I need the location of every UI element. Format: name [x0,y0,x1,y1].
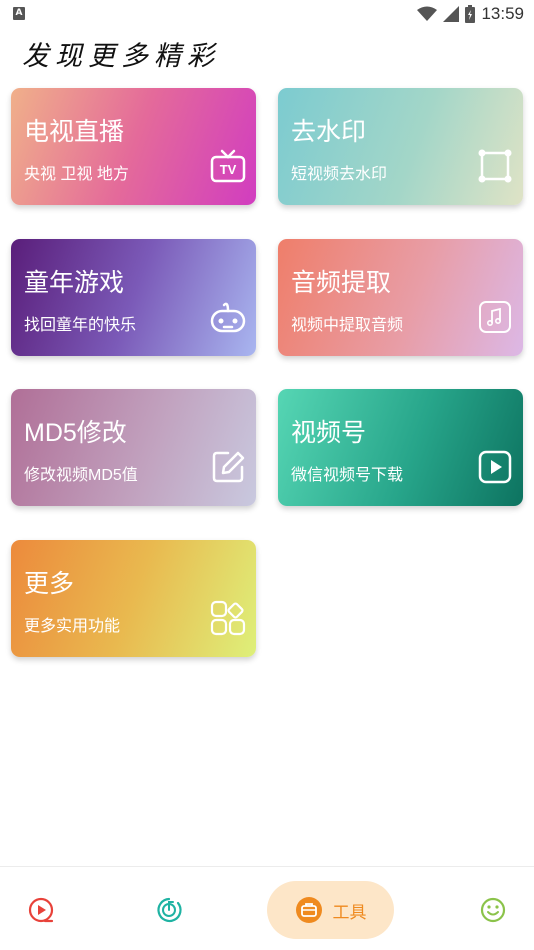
toolbox-icon [295,897,322,923]
card-title: 音频提取 [291,269,392,297]
notification-icon: A [13,7,25,20]
video-play-icon [28,897,54,923]
card-remove-watermark[interactable]: 去水印 短视频去水印 [278,88,523,205]
card-video-channel[interactable]: 视频号 微信视频号下载 [278,389,523,506]
tv-icon-text: TV [220,162,237,177]
card-more[interactable]: 更多 更多实用功能 [11,540,256,657]
nav-video[interactable] [12,881,70,939]
nav-music[interactable] [140,881,198,939]
card-title: 去水印 [291,118,367,146]
card-title: 童年游戏 [24,269,125,297]
nav-tools-label: 工具 [332,902,367,922]
card-subtitle: 微信视频号下载 [291,467,404,484]
status-time: 13:59 [481,4,524,23]
card-md5-modify[interactable]: MD5修改 修改视频MD5值 [11,389,256,506]
nav-tools[interactable]: 工具 [267,881,394,939]
card-tv-live[interactable]: 电视直播 央视 卫视 地方 TV [11,88,256,205]
music-note-icon [479,301,511,333]
card-title: MD5修改 [24,419,127,447]
gamepad-icon [210,302,246,333]
bottom-nav: 工具 [0,866,534,950]
play-icon [478,450,512,484]
card-subtitle: 修改视频MD5值 [24,467,138,484]
wifi-icon [417,6,438,21]
nav-profile[interactable] [464,881,522,939]
status-bar: A 13:59 [0,0,534,28]
signal-icon [443,6,460,22]
card-title: 电视直播 [24,118,125,146]
tv-icon: TV [210,149,246,183]
page-title: 发现更多精彩 [22,41,220,72]
card-title: 更多 [24,570,75,598]
crop-frame-icon [478,149,512,183]
battery-icon [465,5,476,23]
apps-grid-icon [210,600,246,636]
card-audio-extract[interactable]: 音频提取 视频中提取音频 [278,239,523,356]
status-right: 13:59 [417,3,524,25]
card-title: 视频号 [291,419,367,447]
smiley-icon [480,897,506,923]
music-disc-icon [157,897,182,923]
card-subtitle: 短视频去水印 [291,166,388,183]
card-subtitle: 视频中提取音频 [291,317,404,334]
card-subtitle: 央视 卫视 地方 [24,166,129,183]
edit-icon [212,451,245,483]
card-subtitle: 找回童年的快乐 [24,317,137,334]
card-childhood-games[interactable]: 童年游戏 找回童年的快乐 [11,239,256,356]
card-subtitle: 更多实用功能 [24,618,121,635]
